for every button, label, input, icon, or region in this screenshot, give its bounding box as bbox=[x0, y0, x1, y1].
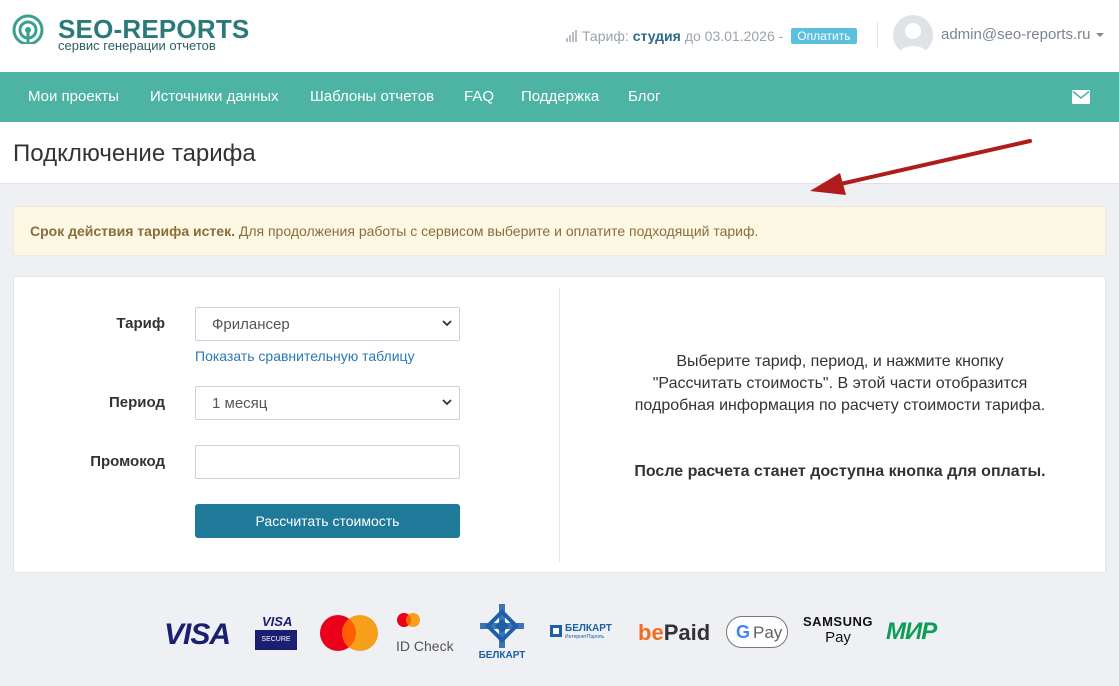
promo-input[interactable] bbox=[195, 445, 460, 479]
belkart-small-icon bbox=[550, 625, 562, 637]
bepaid-be: be bbox=[638, 620, 664, 645]
nav-item-faq[interactable]: FAQ bbox=[464, 88, 494, 105]
mastercard-mini-icon bbox=[397, 613, 420, 627]
expired-alert: Срок действия тарифа истек. Для продолже… bbox=[13, 206, 1106, 256]
mastercard-id-check-logo: ID Check bbox=[396, 612, 456, 654]
user-email: admin@seo-reports.ru bbox=[941, 26, 1091, 43]
tariff-label: Тариф bbox=[116, 315, 165, 332]
user-menu[interactable]: admin@seo-reports.ru bbox=[941, 26, 1105, 43]
pay-badge[interactable]: Оплатить bbox=[791, 28, 857, 44]
bepaid-paid: Paid bbox=[663, 620, 711, 645]
envelope-icon[interactable] bbox=[1072, 90, 1090, 104]
tariff-select-value: Фрилансер bbox=[212, 316, 290, 333]
plan-status: Тариф: студия до 03.01.2026 - Оплатить bbox=[566, 27, 857, 45]
belkart-emblem-icon bbox=[480, 604, 524, 648]
compare-table-link[interactable]: Показать сравнительную таблицу bbox=[195, 348, 415, 364]
logo-tagline: сервис генерации отчетов bbox=[58, 38, 216, 53]
red-arrow-annotation bbox=[810, 139, 1032, 195]
nav-item-data-sources[interactable]: Источники данных bbox=[150, 88, 279, 105]
calc-info-text: Выберите тариф, период, и нажмите кнопку… bbox=[634, 353, 1046, 414]
samsung-pay-text: Pay bbox=[825, 629, 851, 646]
belkart-logo: БЕЛКАРТ bbox=[475, 604, 529, 664]
nav-item-blog[interactable]: Блог bbox=[628, 88, 660, 105]
bepaid-logo: bePaid bbox=[638, 620, 710, 646]
visa-secure-bottom: SECURE bbox=[255, 630, 297, 650]
chevron-down-icon bbox=[442, 320, 452, 327]
plan-name: студия bbox=[632, 28, 681, 44]
calc-info-note: После расчета станет доступна кнопка для… bbox=[634, 463, 1046, 480]
nav-item-projects[interactable]: Мои проекты bbox=[28, 88, 119, 105]
calculate-button[interactable]: Рассчитать стоимость bbox=[195, 504, 460, 538]
alert-text: Срок действия тарифа истек. Для продолже… bbox=[30, 223, 758, 239]
main-nav: Мои проекты Источники данных Шаблоны отч… bbox=[0, 72, 1119, 122]
google-g-icon: G bbox=[736, 622, 751, 642]
nav-item-support[interactable]: Поддержка bbox=[521, 88, 599, 105]
header-divider bbox=[877, 22, 878, 48]
top-header: SEO-REPORTS сервис генерации отчетов Тар… bbox=[0, 0, 1119, 72]
card-divider bbox=[559, 288, 560, 562]
alert-message: Для продолжения работы с сервисом выбери… bbox=[234, 223, 759, 239]
visa-secure-top: VISA bbox=[262, 614, 293, 629]
google-pay-text: Pay bbox=[753, 623, 783, 642]
tariff-select[interactable]: Фрилансер bbox=[195, 307, 460, 341]
chevron-down-icon bbox=[442, 399, 452, 406]
signal-bars-icon bbox=[566, 30, 577, 42]
payment-logos: VISA VISA SECURE ID Check БЕЛКАРТ БЕЛКАР… bbox=[0, 600, 1119, 670]
user-avatar-icon bbox=[899, 23, 927, 55]
plan-until: до 03.01.2026 - bbox=[684, 28, 784, 44]
chevron-down-icon bbox=[1096, 33, 1105, 38]
logo[interactable]: SEO-REPORTS сервис генерации отчетов bbox=[12, 12, 252, 56]
page-title: Подключение тарифа bbox=[13, 140, 256, 167]
logo-signal-icon bbox=[12, 14, 44, 50]
period-label: Период bbox=[109, 394, 165, 411]
mir-logo: МИР bbox=[886, 618, 937, 645]
belkart-title: БЕЛКАРТ bbox=[565, 623, 612, 634]
promo-label: Промокод bbox=[90, 453, 165, 470]
samsung-pay-logo: SAMSUNG Pay bbox=[802, 614, 874, 650]
mastercard-logo bbox=[320, 615, 378, 651]
visa-secure-logo: VISA SECURE bbox=[255, 614, 297, 651]
period-select[interactable]: 1 месяц bbox=[195, 386, 460, 420]
belkart-internet-password-logo: БЕЛКАРТ ИнтернетПароль bbox=[550, 623, 620, 643]
alert-bold: Срок действия тарифа истек. bbox=[30, 223, 235, 239]
period-select-value: 1 месяц bbox=[212, 395, 268, 412]
google-pay-logo: G Pay bbox=[726, 616, 788, 648]
samsung-text: SAMSUNG bbox=[803, 614, 873, 629]
plan-prefix: Тариф: bbox=[582, 28, 629, 44]
belkart-subtitle: ИнтернетПароль bbox=[565, 634, 605, 640]
nav-item-templates[interactable]: Шаблоны отчетов bbox=[310, 88, 434, 105]
avatar[interactable] bbox=[893, 15, 933, 55]
belkart-text: БЕЛКАРТ bbox=[478, 650, 526, 661]
visa-logo: VISA bbox=[164, 618, 231, 651]
id-check-text: ID Check bbox=[396, 638, 454, 654]
